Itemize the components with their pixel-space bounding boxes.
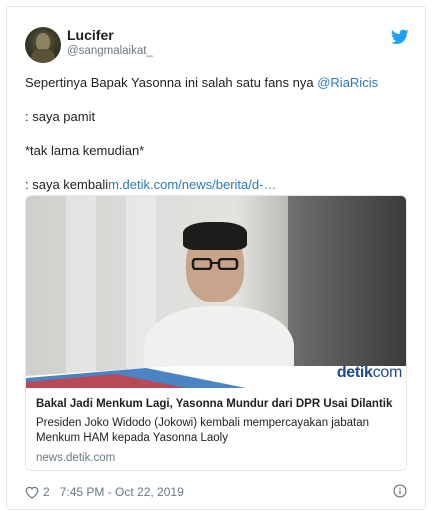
background-pillar — [66, 196, 96, 388]
card-description: Presiden Joko Widodo (Jokowi) kembali me… — [36, 417, 370, 444]
tweet-text-line-1: Sepertinya Bapak Yasonna ini salah satu … — [25, 75, 378, 90]
avatar-body — [31, 49, 55, 63]
embedded-tweet: Lucifer @sangmalaikat_ Sepertinya Bapak … — [6, 6, 426, 510]
card-image[interactable]: detikcom — [26, 196, 406, 388]
card-title[interactable]: Bakal Jadi Menkum Lagi, Yasonna Mundur d… — [36, 398, 392, 410]
tweet-text: : saya kembali — [25, 177, 109, 192]
background-wall — [288, 196, 406, 388]
mention-link[interactable]: @RiaRicis — [317, 75, 378, 90]
brand-main: detik — [336, 364, 373, 381]
article-link[interactable]: m.detik.com/news/berita/d-… — [108, 177, 276, 192]
tweet-text: Sepertinya Bapak Yasonna ini salah satu … — [25, 75, 318, 90]
info-icon[interactable] — [393, 484, 407, 498]
brand-suffix: com — [372, 364, 403, 381]
heart-icon[interactable] — [25, 486, 39, 499]
tweet-text-line-3: *tak lama kemudian* — [25, 143, 145, 158]
like-count[interactable]: 2 — [43, 485, 50, 499]
link-preview-card[interactable]: detikcom Bakal Jadi Menkum Lagi, Yasonna… — [25, 195, 407, 471]
timestamp[interactable]: 7:45 PM - Oct 22, 2019 — [60, 485, 184, 499]
tweet-footer: 2 7:45 PM - Oct 22, 2019 — [25, 485, 184, 499]
author-handle[interactable]: @sangmalaikat_ — [67, 45, 153, 57]
tweet-text-line-2: : saya pamit — [25, 109, 96, 124]
detik-logo: detikcom — [337, 364, 402, 382]
avatar[interactable] — [25, 27, 61, 63]
card-domain: news.detik.com — [36, 452, 116, 464]
glasses-shape — [191, 258, 239, 270]
author-name[interactable]: Lucifer — [67, 27, 114, 43]
twitter-bird-icon[interactable] — [391, 29, 409, 45]
tweet-text-line-4: : saya kembalim.detik.com/news/berita/d-… — [25, 177, 276, 192]
person-hair — [183, 222, 247, 250]
